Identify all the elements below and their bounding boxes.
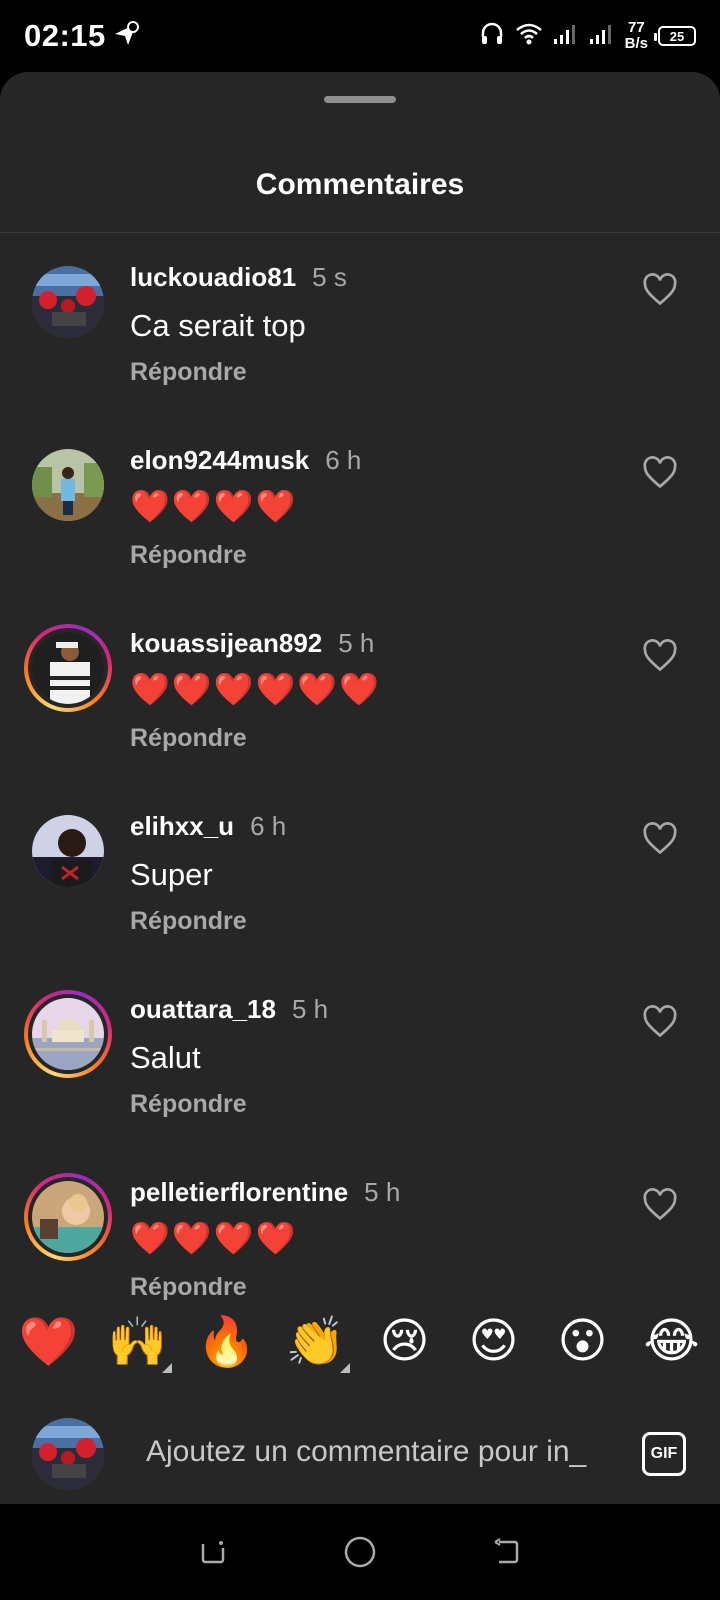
emoji-fire-button[interactable]: 🔥 xyxy=(187,1301,267,1381)
comment-text-hearts: ❤️❤️❤️❤️ xyxy=(130,1220,298,1256)
avatar-outdoor-image xyxy=(32,449,104,521)
comment-item: kouassijean892 5 h ❤️❤️❤️❤️❤️❤️ Répondre xyxy=(0,598,720,781)
emoji-clapping-button[interactable]: 👏 xyxy=(276,1301,356,1381)
status-left: 02:15 xyxy=(24,18,140,54)
comment-item: ouattara_18 5 h Salut Répondre xyxy=(0,964,720,1147)
avatar-story-ring[interactable] xyxy=(24,624,112,712)
like-heart-icon[interactable] xyxy=(642,1187,678,1223)
comment-username[interactable]: luckouadio81 xyxy=(130,262,296,293)
reply-button[interactable]: Répondre xyxy=(130,541,247,570)
recents-button[interactable] xyxy=(193,1532,233,1572)
comment-time: 5 h xyxy=(364,1177,401,1207)
network-speed-unit: B/s xyxy=(624,35,648,52)
avatar[interactable] xyxy=(32,815,104,887)
reply-button[interactable]: Répondre xyxy=(130,1090,247,1119)
reply-button[interactable]: Répondre xyxy=(130,907,247,936)
comment-time: 6 h xyxy=(325,445,362,475)
like-heart-icon[interactable] xyxy=(642,821,678,857)
wifi-icon xyxy=(515,22,543,51)
home-button[interactable] xyxy=(340,1532,380,1572)
status-time: 02:15 xyxy=(24,18,106,53)
comment-time: 5 s xyxy=(312,262,347,292)
comment-item: luckouadio81 5 s Ca serait top Répondre xyxy=(0,232,720,415)
emoji-crying-button[interactable]: 😢 xyxy=(365,1301,445,1381)
emoji-surprised-button[interactable]: 😮 xyxy=(543,1301,623,1381)
avatar-child-image xyxy=(32,1181,104,1253)
emoji-laughing-button[interactable]: 😂 xyxy=(632,1301,712,1381)
comments-list[interactable]: luckouadio81 5 s Ca serait top Répondre … xyxy=(0,232,720,1368)
signal-icon-2 xyxy=(589,23,615,50)
avatar-story-ring[interactable] xyxy=(24,1173,112,1261)
avatar-mosque-image xyxy=(32,998,104,1070)
comment-text: Super xyxy=(130,857,213,892)
comment-header: elihxx_u 6 h xyxy=(130,811,286,842)
comment-time: 6 h xyxy=(250,811,287,841)
avatar-jersey-image xyxy=(32,632,104,704)
comment-username[interactable]: kouassijean892 xyxy=(130,628,322,659)
avatar-story-ring[interactable] xyxy=(24,990,112,1078)
comment-username[interactable]: elihxx_u xyxy=(130,811,234,842)
network-speed: 77 B/s xyxy=(625,20,648,52)
avatar[interactable] xyxy=(32,266,104,338)
comment-time: 5 h xyxy=(338,628,375,658)
comment-username[interactable]: elon9244musk xyxy=(130,445,309,476)
sheet-title: Commentaires xyxy=(255,168,465,201)
back-icon xyxy=(494,1538,518,1564)
recents-icon xyxy=(202,1541,225,1564)
avatar-spider-image xyxy=(32,815,104,887)
comment-composer: GIF xyxy=(0,1392,720,1504)
avatar[interactable] xyxy=(32,449,104,521)
like-heart-icon[interactable] xyxy=(642,638,678,674)
like-heart-icon[interactable] xyxy=(642,272,678,308)
comment-item: elon9244musk 6 h ❤️❤️❤️❤️ Répondre xyxy=(0,415,720,598)
gif-button[interactable]: GIF xyxy=(642,1432,686,1476)
headphones-icon xyxy=(479,21,505,52)
emoji-raising-hands: 🙌 xyxy=(107,1313,168,1370)
emoji-clapping: 👏 xyxy=(285,1313,346,1370)
reply-button[interactable]: Répondre xyxy=(130,358,247,387)
emoji-raising-hands-button[interactable]: 🙌 xyxy=(98,1301,178,1381)
like-heart-icon[interactable] xyxy=(642,1004,678,1040)
emoji-heart-eyes-button[interactable]: 😍 xyxy=(454,1301,534,1381)
comment-item: elihxx_u 6 h Super Répondre xyxy=(0,781,720,964)
comment-header: pelletierflorentine 5 h xyxy=(130,1177,400,1208)
comment-text: Salut xyxy=(130,1040,201,1075)
like-heart-icon[interactable] xyxy=(642,455,678,491)
comment-time: 5 h xyxy=(291,994,329,1024)
comment-input[interactable] xyxy=(144,1432,614,1472)
emoji-quick-bar: ❤️ 🙌 🔥 👏 😢 😍 😮 😂 xyxy=(0,1296,720,1386)
signal-icon-1 xyxy=(553,23,579,50)
location-icon xyxy=(112,20,140,53)
home-icon xyxy=(344,1536,376,1568)
status-bar: 02:15 77 B/s 25 xyxy=(0,0,720,72)
comment-header: elon9244musk 6 h xyxy=(130,445,361,476)
skin-tone-indicator-icon xyxy=(161,1363,172,1373)
status-right: 77 B/s 25 xyxy=(479,20,696,52)
comment-text: Ca serait top xyxy=(130,308,306,343)
my-avatar xyxy=(32,1418,104,1490)
comment-username[interactable]: pelletierflorentine xyxy=(130,1177,348,1208)
sheet-drag-handle[interactable] xyxy=(324,96,396,103)
comment-text-hearts: ❤️❤️❤️❤️❤️❤️ xyxy=(130,671,382,707)
comment-header: kouassijean892 5 h xyxy=(130,628,374,659)
reply-button[interactable]: Répondre xyxy=(130,724,247,753)
comment-username[interactable]: ouattara_18 xyxy=(130,994,276,1025)
skin-tone-indicator-icon xyxy=(339,1363,350,1373)
battery-icon: 25 xyxy=(654,26,696,46)
comment-header: luckouadio81 5 s xyxy=(130,262,347,293)
comment-header: ouattara_18 5 h xyxy=(130,994,328,1025)
emoji-heart-button[interactable]: ❤️ xyxy=(9,1301,89,1381)
back-button[interactable] xyxy=(487,1532,527,1572)
avatar-flowers-image xyxy=(32,266,104,338)
comment-text-hearts: ❤️❤️❤️❤️ xyxy=(130,488,298,524)
network-speed-value: 77 xyxy=(627,19,645,36)
system-nav-bar xyxy=(0,1504,720,1600)
